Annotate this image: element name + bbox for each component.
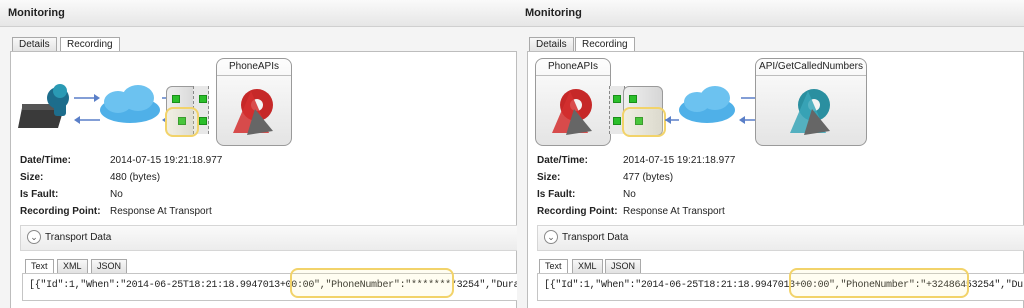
arrow-from-cloud (74, 116, 100, 124)
port-request[interactable] (172, 95, 180, 103)
port-in (199, 95, 207, 103)
port-out (613, 117, 621, 125)
label-recordingpoint: Recording Point: (537, 206, 618, 217)
cloud-icon (679, 86, 735, 123)
component-title: PhoneAPIs (217, 59, 291, 76)
highlight-response-port (622, 107, 666, 137)
subtab-xml[interactable]: XML (57, 259, 88, 273)
arrow-to-cloud (74, 94, 100, 102)
value-isfault: No (623, 189, 636, 200)
arrow-to-cloud (665, 116, 679, 124)
subtab-text[interactable]: Text (539, 259, 568, 273)
monitoring-panel-right: Monitoring Details Recording PhoneAPIs A… (517, 0, 1024, 308)
label-datetime: Date/Time: (20, 155, 71, 166)
monitoring-panel-left: Monitoring Details Recording PhoneAPIs D… (0, 0, 518, 308)
transport-data-label: Transport Data (562, 232, 629, 243)
panel-title: Monitoring (8, 7, 65, 19)
component-title: PhoneAPIs (536, 59, 610, 76)
service-gear-icon (233, 89, 273, 135)
transport-data-section[interactable]: ⌄ Transport Data (20, 225, 517, 251)
value-recordingpoint: Response At Transport (110, 206, 212, 217)
cloud-icon (100, 85, 160, 123)
transport-data-label: Transport Data (45, 232, 112, 243)
chevron-down-icon[interactable]: ⌄ (27, 230, 41, 244)
value-recordingpoint: Response At Transport (623, 206, 725, 217)
subtab-xml[interactable]: XML (572, 259, 603, 273)
panel-titlebar: Monitoring (0, 0, 517, 27)
component-api-getcallednumbers[interactable]: API/GetCalledNumbers (755, 58, 867, 146)
highlight-response-port (165, 107, 199, 137)
value-size: 477 (bytes) (623, 172, 674, 183)
tab-details[interactable]: Details (529, 37, 574, 52)
subtab-json[interactable]: JSON (605, 259, 642, 273)
highlight-phone-number (789, 268, 969, 298)
label-recordingpoint: Recording Point: (20, 206, 101, 217)
panel-titlebar: Monitoring (517, 0, 1024, 27)
port-out (199, 117, 207, 125)
service-gear-icon (790, 89, 830, 135)
value-size: 480 (bytes) (110, 172, 161, 183)
component-phoneapis[interactable]: PhoneAPIs (535, 58, 611, 146)
user-laptop-icon (18, 84, 69, 128)
value-isfault: No (110, 189, 123, 200)
label-size: Size: (537, 172, 561, 183)
chevron-down-icon[interactable]: ⌄ (544, 230, 558, 244)
port-request[interactable] (629, 95, 637, 103)
component-phoneapis[interactable]: PhoneAPIs (216, 58, 292, 146)
component-title: API/GetCalledNumbers (756, 59, 866, 76)
transport-data-section[interactable]: ⌄ Transport Data (537, 225, 1024, 251)
label-size: Size: (20, 172, 44, 183)
service-gear-icon (552, 89, 592, 135)
port-in (613, 95, 621, 103)
highlight-phone-number (290, 268, 454, 298)
value-datetime: 2014-07-15 19:21:18.977 (623, 155, 736, 166)
subtab-json[interactable]: JSON (91, 259, 128, 273)
label-isfault: Is Fault: (20, 189, 59, 200)
panel-title: Monitoring (525, 7, 582, 19)
label-datetime: Date/Time: (537, 155, 588, 166)
value-datetime: 2014-07-15 19:21:18.977 (110, 155, 223, 166)
label-isfault: Is Fault: (537, 189, 576, 200)
tab-details[interactable]: Details (12, 37, 57, 52)
subtab-text[interactable]: Text (25, 259, 54, 273)
